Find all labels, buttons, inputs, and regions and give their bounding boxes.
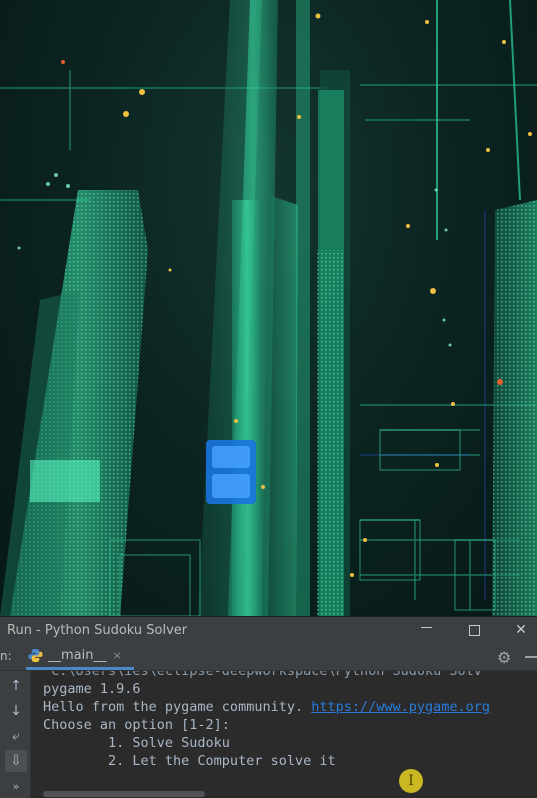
minus-icon[interactable] — [525, 656, 537, 658]
tab-main-label: __main__ — [48, 648, 107, 663]
python-icon — [28, 648, 43, 663]
tab-main[interactable]: __main__ × — [26, 644, 134, 670]
console-output[interactable]: C:\Users\ies\eclipse-deepworkspace\Pytho… — [31, 671, 537, 798]
minimize-icon — [420, 626, 432, 628]
desktop-wallpaper — [0, 0, 537, 616]
arrow-down-icon[interactable]: ↓ — [5, 700, 27, 722]
console-line-hello: Hello from the pygame community. https:/… — [43, 698, 490, 716]
console-line-pygame-version: pygame 1.9.6 — [43, 681, 141, 697]
console-line-option-1: 1. Solve Sudoku — [43, 735, 230, 751]
arrow-up-icon[interactable]: ↑ — [5, 675, 27, 697]
minimize-button[interactable] — [413, 620, 439, 640]
console-path-line: C:\Users\ies\eclipse-deepworkspace\Pytho… — [43, 671, 482, 679]
gear-icon[interactable]: ⚙ — [497, 648, 511, 667]
window-title: Run - Python Sudoku Solver — [7, 623, 188, 638]
run-label-prefix: n: — [0, 649, 12, 663]
window-titlebar[interactable]: Run - Python Sudoku Solver ✕ — [0, 617, 537, 644]
hello-text: Hello from the pygame community. — [43, 699, 312, 715]
maximize-button[interactable] — [461, 620, 487, 640]
tab-close-icon[interactable]: × — [112, 649, 121, 662]
console-line-option-2: 2. Let the Computer solve it — [43, 753, 336, 769]
horizontal-scrollbar[interactable] — [43, 791, 205, 797]
close-button[interactable]: ✕ — [508, 620, 534, 640]
digital-city-art — [0, 0, 537, 616]
pygame-link[interactable]: https://www.pygame.org — [311, 699, 490, 715]
run-tab-bar: n: __main__ × ⚙ — [0, 644, 537, 671]
run-tool-window: Run - Python Sudoku Solver ✕ n: __main__… — [0, 616, 537, 798]
maximize-icon — [468, 624, 480, 636]
scroll-to-end-icon[interactable]: ⇩ — [5, 750, 27, 772]
console-line-prompt: Choose an option [1-2]: — [43, 717, 230, 733]
run-toolbar: ↑ ↓ ⤶ ⇩ » — [0, 671, 31, 798]
soft-wrap-icon[interactable]: ⤶ — [5, 725, 27, 747]
text-cursor-icon: I — [399, 769, 423, 793]
more-icon[interactable]: » — [5, 775, 27, 797]
close-icon: ✕ — [515, 622, 527, 638]
